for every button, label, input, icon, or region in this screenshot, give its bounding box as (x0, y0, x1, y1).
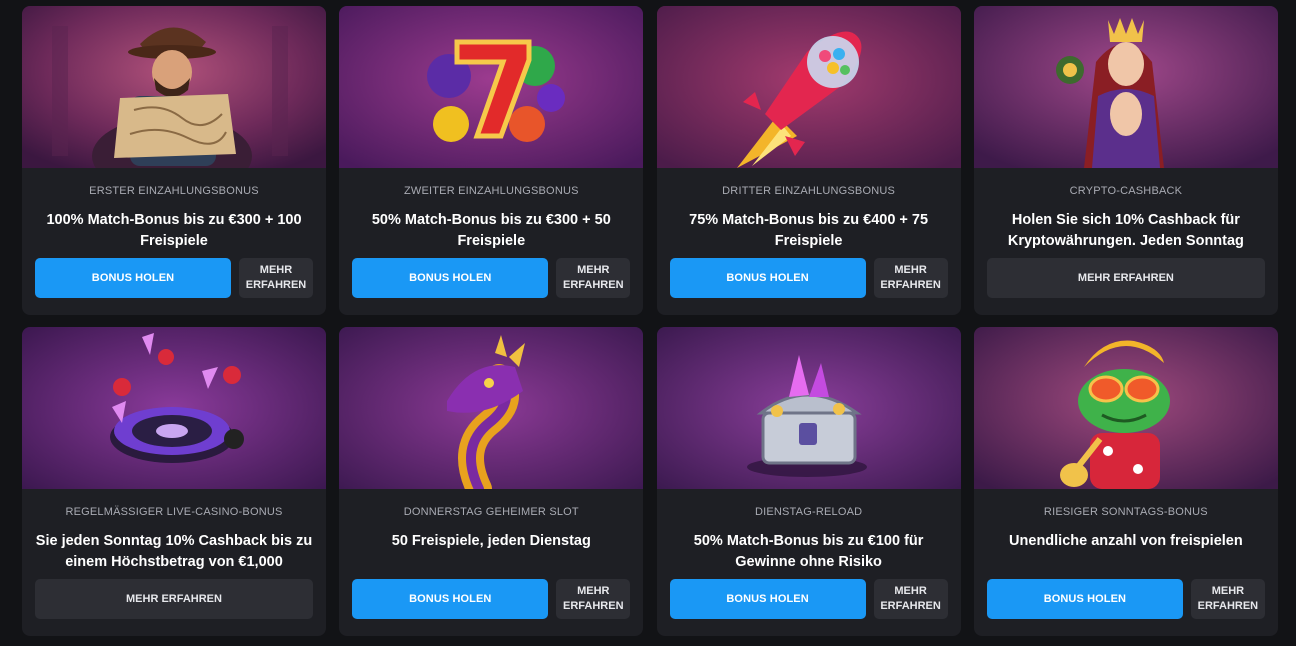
bonus-holen-button[interactable]: BONUS HOLEN (35, 258, 231, 298)
rockstar-frog-guitar-icon (973, 327, 1278, 489)
promo-title: Sie jeden Sonntag 10% Cashback bis zu ei… (35, 533, 313, 570)
promotions-grid: ERSTER EINZAHLUNGSBONUS 100% Match-Bonus… (22, 6, 1278, 636)
gumball-rocket-icon (656, 6, 961, 168)
promo-category: RIESIGER SONNTAGS-BONUS (1043, 506, 1208, 518)
bonus-holen-button[interactable]: BONUS HOLEN (986, 579, 1183, 619)
promo-card-secret-slot: DONNERSTAG GEHEIMER SLOT 50 Freispiele, … (339, 327, 644, 636)
treasure-chest-crystals-icon (656, 327, 961, 489)
bonus-holen-button[interactable]: BONUS HOLEN (352, 258, 549, 298)
promo-category: DIENSTAG-RELOAD (754, 506, 863, 518)
promo-category: REGELMÄßIGER LIVE-CASINO-BONUS (65, 506, 283, 518)
promo-title: 50% Match-Bonus bis zu €100 für Gewinne … (693, 533, 924, 570)
promo-image (656, 6, 961, 168)
promo-card-first-deposit: ERSTER EINZAHLUNGSBONUS 100% Match-Bonus… (22, 6, 326, 315)
promo-image (656, 327, 961, 489)
mehr-erfahren-button[interactable]: MEHR ERFAHREN (556, 258, 631, 298)
promo-card-tuesday-reload: DIENSTAG-RELOAD 50% Match-Bonus bis zu €… (656, 327, 961, 636)
promo-category: ERSTER EINZAHLUNGSBONUS (89, 185, 259, 197)
mehr-erfahren-button[interactable]: MEHR ERFAHREN (873, 579, 948, 619)
promo-title: 50 Freispiele, jeden Dienstag (391, 533, 591, 549)
promo-card-sunday-bonus: RIESIGER SONNTAGS-BONUS Unendliche anzah… (973, 327, 1278, 636)
promo-image (22, 6, 326, 168)
promo-title: 100% Match-Bonus bis zu €300 + 100 Freis… (46, 212, 302, 249)
promo-image (973, 327, 1278, 489)
promo-title: Unendliche anzahl von freispielen (1009, 533, 1243, 549)
promo-image (973, 6, 1278, 168)
promo-card-second-deposit: ZWEITER EINZAHLUNGSBONUS 50% Match-Bonus… (339, 6, 644, 315)
promo-category: DONNERSTAG GEHEIMER SLOT (403, 506, 579, 518)
crowned-queen-icon (973, 6, 1278, 168)
adventurer-with-map-icon (22, 6, 326, 168)
mehr-erfahren-button[interactable]: MEHR ERFAHREN (556, 579, 631, 619)
mehr-erfahren-button[interactable]: MEHR ERFAHREN (873, 258, 948, 298)
promo-image (339, 327, 644, 489)
mehr-erfahren-button[interactable]: MEHR ERFAHREN (1190, 579, 1265, 619)
promo-category: CRYPTO-CASHBACK (1069, 185, 1183, 197)
promo-image (22, 327, 326, 489)
mehr-erfahren-button[interactable]: MEHR ERFAHREN (35, 579, 313, 619)
roulette-wheel-icon (22, 327, 326, 489)
bonus-holen-button[interactable]: BONUS HOLEN (669, 579, 866, 619)
promo-title: 50% Match-Bonus bis zu €300 + 50 Freispi… (371, 212, 611, 249)
promo-title: Holen Sie sich 10% Cashback für Kryptowä… (1007, 212, 1244, 249)
promo-category: DRITTER EINZAHLUNGSBONUS (722, 185, 896, 197)
promo-card-live-casino: REGELMÄßIGER LIVE-CASINO-BONUS Sie jeden… (22, 327, 326, 636)
bonus-holen-button[interactable]: BONUS HOLEN (352, 579, 549, 619)
promo-card-crypto-cashback: CRYPTO-CASHBACK Holen Sie sich 10% Cashb… (973, 6, 1278, 315)
bonus-holen-button[interactable]: BONUS HOLEN (669, 258, 866, 298)
promo-image (339, 6, 644, 168)
mehr-erfahren-button[interactable]: MEHR ERFAHREN (986, 258, 1265, 298)
lucky-seven-fruits-icon (339, 6, 644, 168)
promo-card-third-deposit: DRITTER EINZAHLUNGSBONUS 75% Match-Bonus… (656, 6, 961, 315)
promo-title: 75% Match-Bonus bis zu €400 + 75 Freispi… (689, 212, 929, 249)
mehr-erfahren-button[interactable]: MEHR ERFAHREN (239, 258, 313, 298)
golden-dragon-icon (339, 327, 644, 489)
promo-category: ZWEITER EINZAHLUNGSBONUS (403, 185, 579, 197)
